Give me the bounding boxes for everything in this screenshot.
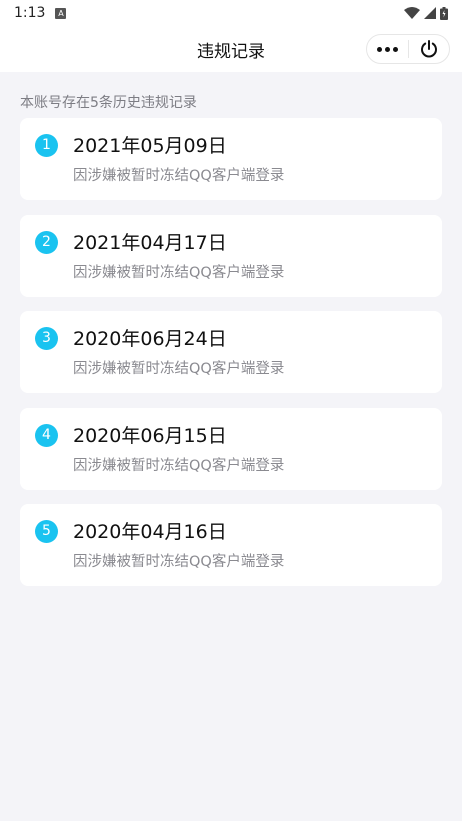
- status-time: 1:13: [14, 5, 46, 21]
- record-card[interactable]: 4 2020年06月15日 因涉嫌被暂时冻结QQ客户端登录: [20, 407, 442, 490]
- battery-icon: [440, 6, 448, 20]
- record-card[interactable]: 3 2020年06月24日 因涉嫌被暂时冻结QQ客户端登录: [20, 311, 442, 393]
- status-bar: 1:13 A: [0, 0, 462, 26]
- record-reason: 因涉嫌被暂时冻结QQ客户端登录: [73, 361, 285, 377]
- record-number-badge: 2: [35, 230, 58, 254]
- record-date: 2020年04月16日: [73, 521, 227, 543]
- record-date: 2021年04月17日: [73, 231, 227, 254]
- record-list: 1 2021年05月09日 因涉嫌被暂时冻结QQ客户端登录 2 2021年04月…: [0, 118, 462, 586]
- record-card[interactable]: 5 2020年04月16日 因涉嫌被暂时冻结QQ客户端登录: [20, 504, 442, 586]
- record-reason: 因涉嫌被暂时冻结QQ客户端登录: [73, 168, 285, 184]
- record-reason: 因涉嫌被暂时冻结QQ客户端登录: [73, 457, 285, 474]
- signal-icon: [424, 7, 436, 19]
- summary-text: 本账号存在5条历史违规记录: [20, 95, 197, 111]
- record-reason: 因涉嫌被暂时冻结QQ客户端登录: [73, 264, 285, 281]
- power-icon: [420, 40, 437, 58]
- record-date: 2020年06月15日: [73, 424, 227, 447]
- record-number-badge: 5: [35, 520, 58, 543]
- title-bar: 违规记录: [0, 26, 462, 72]
- more-button[interactable]: [367, 35, 408, 63]
- record-number-badge: 3: [35, 327, 58, 350]
- record-reason: 因涉嫌被暂时冻结QQ客户端登录: [73, 554, 285, 570]
- record-card[interactable]: 2 2021年04月17日 因涉嫌被暂时冻结QQ客户端登录: [20, 214, 442, 297]
- page-title: 违规记录: [197, 41, 265, 62]
- status-icons: [404, 6, 448, 20]
- capsule-menu: [366, 34, 450, 64]
- record-date: 2021年05月09日: [73, 135, 227, 157]
- record-date: 2020年06月24日: [73, 328, 227, 350]
- record-number-badge: 1: [35, 134, 58, 157]
- record-card[interactable]: 1 2021年05月09日 因涉嫌被暂时冻结QQ客户端登录: [20, 118, 442, 200]
- record-number-badge: 4: [35, 423, 58, 447]
- notification-icon: A: [55, 7, 67, 19]
- wifi-icon: [404, 7, 420, 19]
- more-icon: [376, 46, 398, 52]
- close-button[interactable]: [409, 35, 450, 63]
